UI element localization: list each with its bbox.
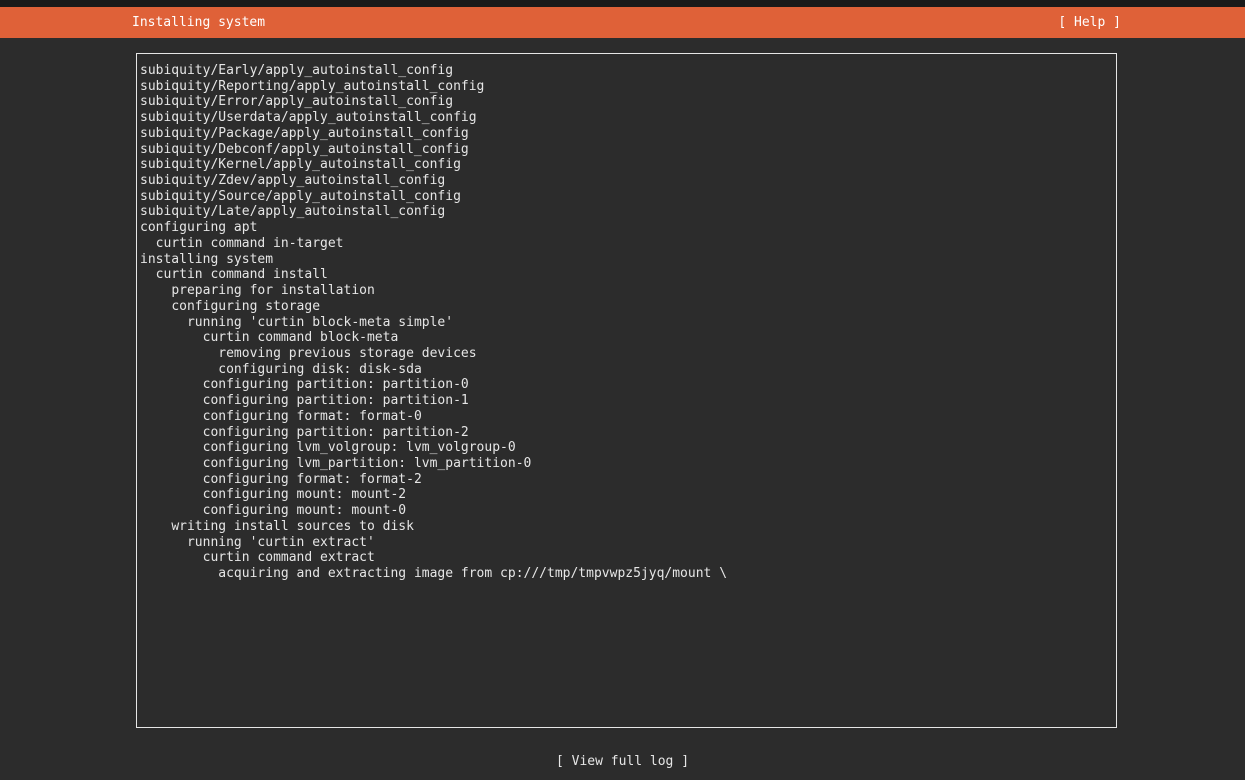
log-line: writing install sources to disk	[140, 519, 727, 535]
log-line: configuring format: format-2	[140, 472, 727, 488]
log-line-text: subiquity/Debconf/apply_autoinstall_conf…	[140, 141, 469, 157]
log-line: subiquity/Early/apply_autoinstall_config	[140, 63, 727, 79]
log-line-text: configuring format: format-0	[202, 408, 422, 424]
log-line: acquiring and extracting image from cp:/…	[140, 566, 727, 582]
log-line-text: configuring lvm_partition: lvm_partition…	[202, 455, 532, 471]
log-line-text: curtin command in-target	[155, 235, 344, 251]
log-line-indent	[140, 487, 203, 502]
log-line-text: curtin command extract	[202, 550, 375, 566]
log-line-text: configuring disk: disk-sda	[218, 361, 422, 377]
log-line: curtin command in-target	[140, 236, 727, 252]
log-line: configuring storage	[140, 299, 727, 315]
log-line: subiquity/Debconf/apply_autoinstall_conf…	[140, 142, 727, 158]
log-line-text: subiquity/Reporting/apply_autoinstall_co…	[140, 78, 485, 94]
log-line-text: configuring storage	[171, 298, 321, 314]
log-line-indent	[140, 409, 203, 424]
log-line-indent	[140, 236, 156, 251]
log-line-text: configuring mount: mount-0	[202, 503, 407, 519]
log-line: preparing for installation	[140, 283, 727, 299]
view-full-log-button[interactable]: [ View full log ]	[556, 754, 689, 769]
log-line-text: configuring partition: partition-0	[202, 377, 469, 393]
log-line-text: subiquity/Source/apply_autoinstall_confi…	[140, 188, 461, 204]
log-line-text: subiquity/Kernel/apply_autoinstall_confi…	[140, 157, 461, 173]
log-line: subiquity/Zdev/apply_autoinstall_config	[140, 173, 727, 189]
log-line-indent	[140, 472, 203, 487]
log-line: subiquity/Reporting/apply_autoinstall_co…	[140, 79, 727, 95]
log-line: removing previous storage devices	[140, 346, 727, 362]
log-line-indent	[140, 535, 187, 550]
log-line: configuring disk: disk-sda	[140, 362, 727, 378]
log-line-indent	[140, 550, 203, 565]
top-strip	[0, 0, 1245, 7]
log-line-indent	[140, 503, 203, 518]
log-line-indent	[140, 330, 203, 345]
log-line: subiquity/Package/apply_autoinstall_conf…	[140, 126, 727, 142]
log-line-text: curtin command block-meta	[202, 330, 399, 346]
log-line-text: configuring lvm_volgroup: lvm_volgroup-0	[202, 440, 516, 456]
log-line: configuring partition: partition-1	[140, 393, 727, 409]
log-line: subiquity/Source/apply_autoinstall_confi…	[140, 189, 727, 205]
log-line: configuring lvm_partition: lvm_partition…	[140, 456, 727, 472]
log-line-text: running 'curtin block-meta simple'	[186, 314, 454, 330]
log-line-indent	[140, 299, 171, 314]
log-line: configuring format: format-0	[140, 409, 727, 425]
log-line: configuring partition: partition-2	[140, 425, 727, 441]
install-log-list: subiquity/Early/apply_autoinstall_config…	[140, 63, 727, 582]
log-line: running 'curtin block-meta simple'	[140, 315, 727, 331]
log-line: running 'curtin extract'	[140, 535, 727, 551]
log-line-text: subiquity/Userdata/apply_autoinstall_con…	[140, 110, 477, 126]
log-line: subiquity/Late/apply_autoinstall_config	[140, 204, 727, 220]
log-line-text: configuring apt	[140, 220, 258, 236]
log-line-text: writing install sources to disk	[171, 518, 414, 534]
log-line-text: subiquity/Early/apply_autoinstall_config	[140, 63, 454, 78]
log-line-text: subiquity/Package/apply_autoinstall_conf…	[140, 125, 469, 141]
log-line-text: configuring partition: partition-1	[202, 393, 469, 409]
log-line-indent	[140, 393, 203, 408]
log-line-text: removing previous storage devices	[218, 345, 477, 361]
page-title: Installing system	[132, 15, 266, 30]
log-line-indent	[140, 315, 187, 330]
log-line: configuring apt	[140, 220, 727, 236]
install-log-panel[interactable]: subiquity/Early/apply_autoinstall_config…	[136, 53, 1117, 728]
log-line: subiquity/Kernel/apply_autoinstall_confi…	[140, 157, 727, 173]
log-line-indent	[140, 346, 218, 361]
log-line: subiquity/Error/apply_autoinstall_config	[140, 94, 727, 110]
log-line-text: subiquity/Late/apply_autoinstall_config	[140, 204, 446, 220]
log-line-indent	[140, 519, 171, 534]
log-line-text: subiquity/Error/apply_autoinstall_config	[140, 94, 454, 110]
log-line-indent	[140, 566, 218, 581]
log-line-text: configuring mount: mount-2	[202, 487, 407, 503]
footer: [ View full log ]	[0, 754, 1245, 769]
log-line: curtin command install	[140, 267, 727, 283]
log-line-indent	[140, 456, 203, 471]
log-line-indent	[140, 362, 218, 377]
log-line-text: preparing for installation	[171, 283, 375, 299]
log-line-indent	[140, 283, 171, 298]
log-line-text: configuring format: format-2	[202, 471, 422, 487]
log-line: subiquity/Userdata/apply_autoinstall_con…	[140, 110, 727, 126]
log-line-indent	[140, 377, 203, 392]
log-line: configuring partition: partition-0	[140, 377, 727, 393]
log-line: configuring mount: mount-0	[140, 503, 727, 519]
title-bar: Installing system [ Help ]	[0, 7, 1245, 38]
log-line-text: subiquity/Zdev/apply_autoinstall_config	[140, 173, 446, 189]
log-line: configuring mount: mount-2	[140, 487, 727, 503]
log-line: configuring lvm_volgroup: lvm_volgroup-0	[140, 440, 727, 456]
log-line-text: configuring partition: partition-2	[202, 424, 469, 440]
help-button[interactable]: [ Help ]	[1058, 15, 1121, 30]
log-line: curtin command extract	[140, 550, 727, 566]
log-line-text: curtin command install	[155, 267, 328, 283]
log-line-indent	[140, 267, 156, 282]
log-line-text: running 'curtin extract'	[186, 534, 375, 550]
log-line-text: acquiring and extracting image from cp:/…	[218, 566, 728, 581]
log-line: curtin command block-meta	[140, 330, 727, 346]
log-line-indent	[140, 425, 203, 440]
log-line-indent	[140, 440, 203, 455]
log-line: installing system	[140, 252, 727, 268]
log-line-text: installing system	[140, 251, 274, 267]
